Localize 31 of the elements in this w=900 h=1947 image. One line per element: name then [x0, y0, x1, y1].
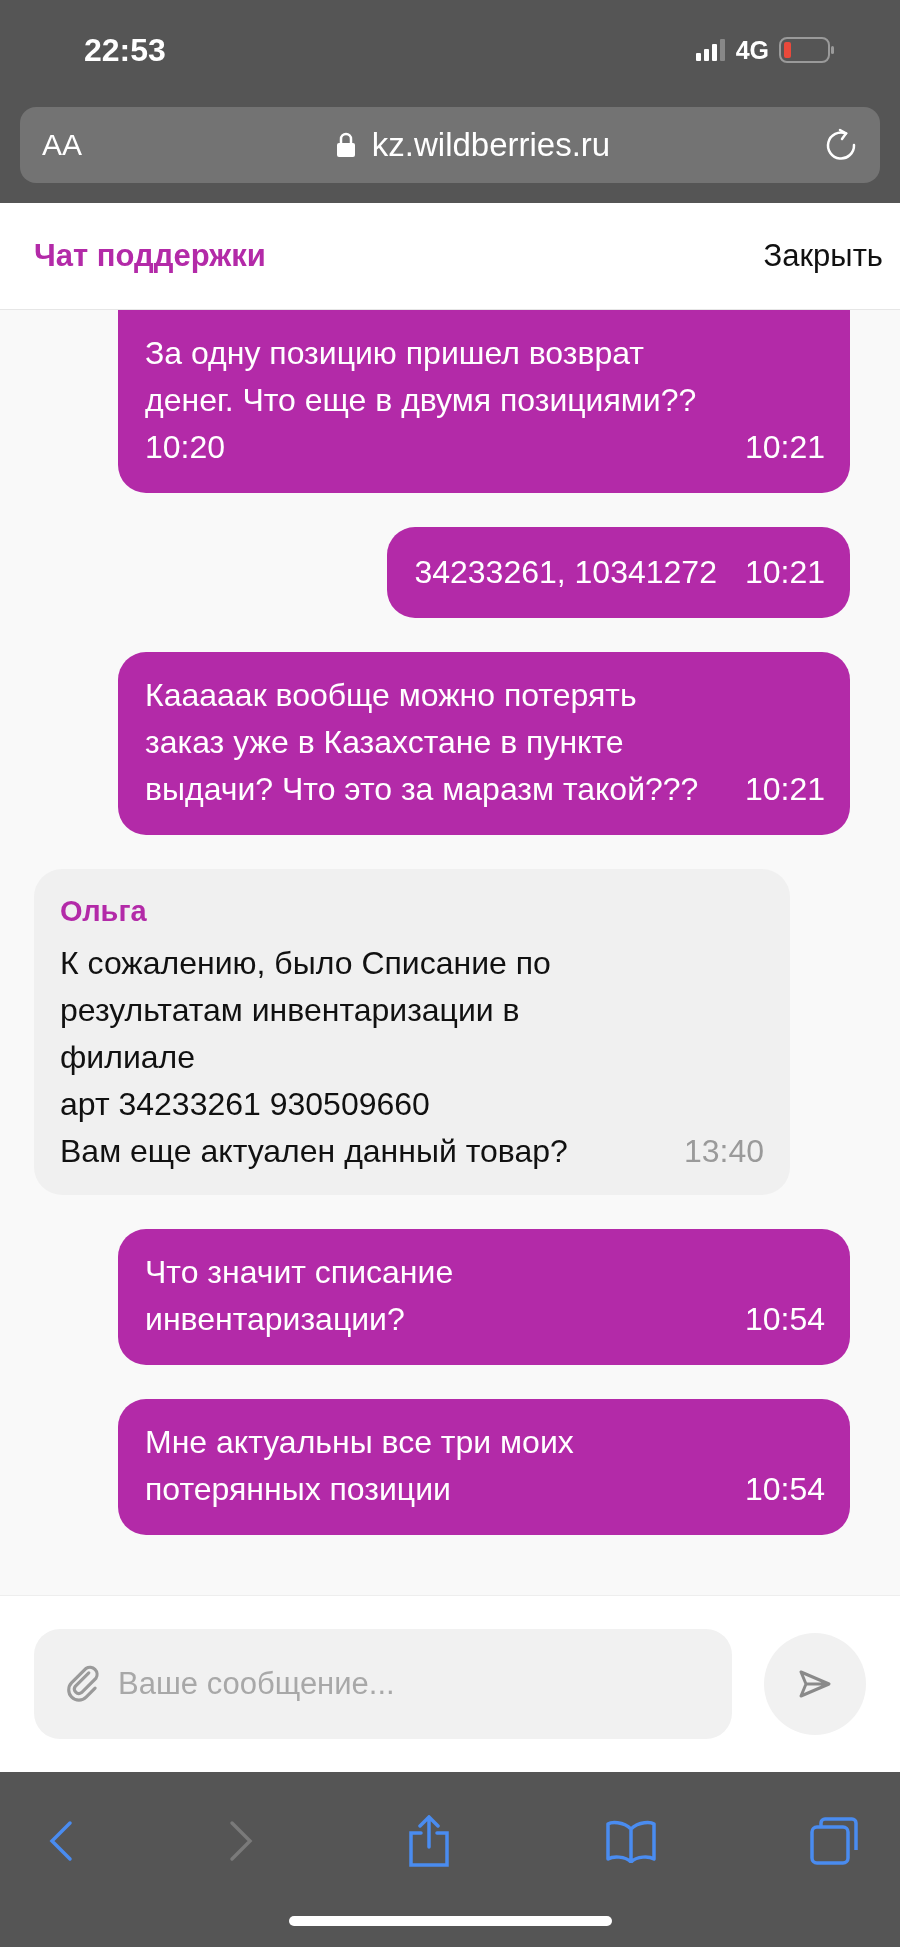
message-text: За одну позицию пришел возврат денег. Что еще в двумя позициями?? 10:20	[145, 334, 697, 467]
close-button[interactable]: Закрыть	[751, 230, 895, 282]
url-text: kz.wildberries.ru	[371, 126, 611, 164]
message-time: 10:54	[744, 1300, 825, 1339]
send-icon[interactable]	[798, 1669, 832, 1699]
status-time: 22:53	[84, 31, 166, 69]
text-size-button[interactable]: AA	[42, 128, 162, 162]
tabs-icon[interactable]	[810, 1817, 858, 1865]
message-input[interactable]: Ваше сообщение...	[34, 1629, 732, 1739]
chat-title: Чат поддержки	[34, 238, 266, 274]
message-time: 10:21	[744, 428, 825, 467]
author-name: Ольга	[60, 895, 148, 928]
message-time: 10:21	[744, 553, 825, 592]
message-text: Что значит списание инвентаризации?	[145, 1253, 454, 1339]
message-text: Мне актуальны все три моих потерянных позиции	[145, 1423, 574, 1509]
battery-icon	[779, 37, 835, 63]
message-time: 10:54	[744, 1470, 825, 1509]
message-text: 34233261, 10341272	[414, 553, 717, 592]
share-icon[interactable]	[407, 1815, 451, 1867]
message-text: К сожалению, было Списание по результатам инвентаризации в филиале арт 34233261 930509660 Вам еще актуален данный товар?	[60, 944, 568, 1171]
address-bar[interactable]: AA kz.wildberries.ru	[20, 107, 880, 183]
reload-icon[interactable]	[824, 128, 858, 162]
message-text: Кааааак вообще можно потерять заказ уже в Казахстане в пункте выдачи? Что это за маразм такой???	[145, 676, 699, 809]
signal-icon	[695, 39, 726, 61]
back-icon[interactable]	[48, 1819, 74, 1863]
forward-icon[interactable]	[227, 1819, 254, 1863]
lock-icon	[335, 132, 356, 158]
bookmarks-icon[interactable]	[604, 1819, 657, 1863]
message-time: 13:40	[683, 1132, 764, 1171]
network-label: 4G	[735, 35, 769, 65]
message-time: 10:21	[744, 770, 825, 809]
